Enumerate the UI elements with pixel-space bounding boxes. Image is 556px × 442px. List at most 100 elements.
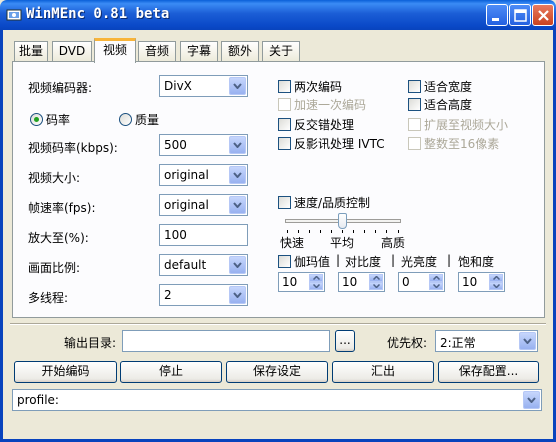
priority-label: 优先权: [387, 336, 428, 350]
fast-first-pass-label: 加速一次编码 [294, 98, 367, 112]
priority-select[interactable]: 2:正常 [435, 330, 538, 352]
spin-down-icon[interactable] [369, 282, 383, 290]
minimize-button[interactable] [486, 4, 508, 26]
expand-to-size-checkbox[interactable] [408, 118, 421, 131]
stop-button[interactable]: 停止 [120, 361, 222, 383]
two-pass-label: 两次编码 [294, 80, 343, 94]
fit-height-label: 适合高度 [424, 98, 473, 112]
fit-height-checkbox[interactable] [408, 98, 421, 111]
saturation-value: 10 [462, 275, 478, 289]
app-icon[interactable] [6, 7, 22, 23]
tab-about[interactable]: 关于 [262, 41, 300, 62]
contrast-label: 对比度 [345, 255, 382, 269]
spin-down-icon[interactable] [429, 282, 443, 290]
zoom-label: 放大至(%): [28, 231, 89, 245]
profile-value: profile: [17, 393, 59, 407]
separator: | [447, 253, 452, 267]
window-title: WinMEnc 0.81 beta [26, 6, 170, 22]
spin-up-icon[interactable] [369, 274, 383, 282]
gamma-spinner[interactable]: 10 [278, 272, 325, 292]
expand-to-size-label: 扩展至视频大小 [424, 118, 509, 132]
start-encode-button[interactable]: 开始编码 [14, 361, 117, 383]
ivtc-checkbox[interactable] [278, 137, 291, 150]
gamma-value: 10 [282, 275, 298, 289]
maximize-button[interactable] [509, 4, 531, 26]
bitrate-value: 500 [164, 138, 187, 152]
separator: | [391, 253, 396, 267]
threads-select[interactable]: 2 [159, 284, 248, 306]
spin-up-icon[interactable] [309, 274, 323, 282]
bitrate-mode-label: 码率 [46, 113, 71, 127]
tab-subtitle[interactable]: 字幕 [180, 41, 218, 62]
quality-mode-radio[interactable] [119, 113, 132, 126]
minimize-icon [492, 18, 499, 21]
brightness-spinner[interactable]: 0 [398, 272, 445, 292]
speed-quality-checkbox[interactable] [278, 196, 291, 209]
aspect-select[interactable]: default [159, 254, 248, 276]
encoder-label: 视频编码器: [28, 81, 93, 95]
tab-audio[interactable]: 音频 [138, 41, 176, 62]
saturation-spinner[interactable]: 10 [458, 272, 505, 292]
encoder-value: DivX [164, 79, 192, 93]
round-16-label: 整数至16像素 [424, 137, 500, 151]
chevron-down-icon[interactable] [229, 196, 246, 214]
tab-video[interactable]: 视频 [94, 38, 136, 63]
aspect-label: 画面比例: [28, 261, 81, 275]
threads-value: 2 [164, 288, 172, 302]
spin-up-icon[interactable] [429, 274, 443, 282]
zoom-input[interactable]: 100 [159, 224, 248, 246]
speed-quality-slider-thumb[interactable] [338, 213, 347, 229]
output-dir-input[interactable] [122, 330, 330, 352]
profile-select[interactable]: profile: [12, 389, 542, 411]
adjust-checkbox[interactable] [278, 255, 291, 268]
gamma-label: 伽玛值 [294, 255, 331, 269]
round-16-checkbox[interactable] [408, 137, 421, 150]
aspect-value: default [164, 258, 207, 272]
export-button[interactable]: 汇出 [332, 361, 434, 383]
save-config-button[interactable]: 保存配置... [438, 361, 539, 383]
brightness-value: 0 [402, 275, 410, 289]
fit-width-label: 适合宽度 [424, 80, 473, 94]
tab-batch[interactable]: 批量 [14, 41, 48, 62]
chevron-down-icon[interactable] [229, 256, 246, 274]
separator: | [336, 253, 341, 267]
chevron-down-icon[interactable] [229, 166, 246, 184]
video-size-select[interactable]: original [159, 164, 248, 186]
deinterlace-checkbox[interactable] [278, 118, 291, 131]
encoder-select[interactable]: DivX [159, 75, 248, 97]
video-size-value: original [164, 168, 209, 182]
speed-average-label: 平均 [330, 236, 355, 250]
fit-width-checkbox[interactable] [408, 80, 421, 93]
fps-select[interactable]: original [159, 194, 248, 216]
slider-ticks [287, 230, 399, 233]
speed-quality-label: 速度/品质控制 [294, 196, 371, 210]
save-settings-button[interactable]: 保存设定 [226, 361, 328, 383]
output-dir-label: 输出目录: [64, 336, 117, 350]
tab-dvd[interactable]: DVD [52, 41, 92, 62]
speed-quality-high-label: 高质 [381, 236, 406, 250]
priority-value: 2:正常 [440, 336, 476, 350]
video-size-label: 视频大小: [28, 171, 81, 185]
chevron-down-icon[interactable] [229, 286, 246, 304]
bitrate-select[interactable]: 500 [159, 134, 248, 156]
close-button[interactable] [532, 4, 554, 26]
chevron-down-icon[interactable] [229, 77, 246, 95]
threads-label: 多线程: [28, 291, 69, 305]
fps-label: 帧速率(fps): [28, 201, 96, 215]
chevron-down-icon[interactable] [519, 332, 536, 350]
quality-mode-label: 质量 [135, 113, 160, 127]
brightness-label: 光亮度 [401, 255, 438, 269]
two-pass-checkbox[interactable] [278, 80, 291, 93]
contrast-spinner[interactable]: 10 [338, 272, 385, 292]
chevron-down-icon[interactable] [229, 136, 246, 154]
spin-up-icon[interactable] [489, 274, 503, 282]
tab-extra[interactable]: 额外 [221, 41, 259, 62]
fast-first-pass-checkbox[interactable] [278, 98, 291, 111]
maximize-icon [514, 9, 527, 22]
chevron-down-icon[interactable] [523, 391, 540, 409]
browse-button[interactable]: ... [335, 330, 355, 352]
spin-down-icon[interactable] [489, 282, 503, 290]
bitrate-mode-radio[interactable] [30, 113, 43, 126]
bitrate-label: 视频码率(kbps): [28, 141, 118, 155]
spin-down-icon[interactable] [309, 282, 323, 290]
